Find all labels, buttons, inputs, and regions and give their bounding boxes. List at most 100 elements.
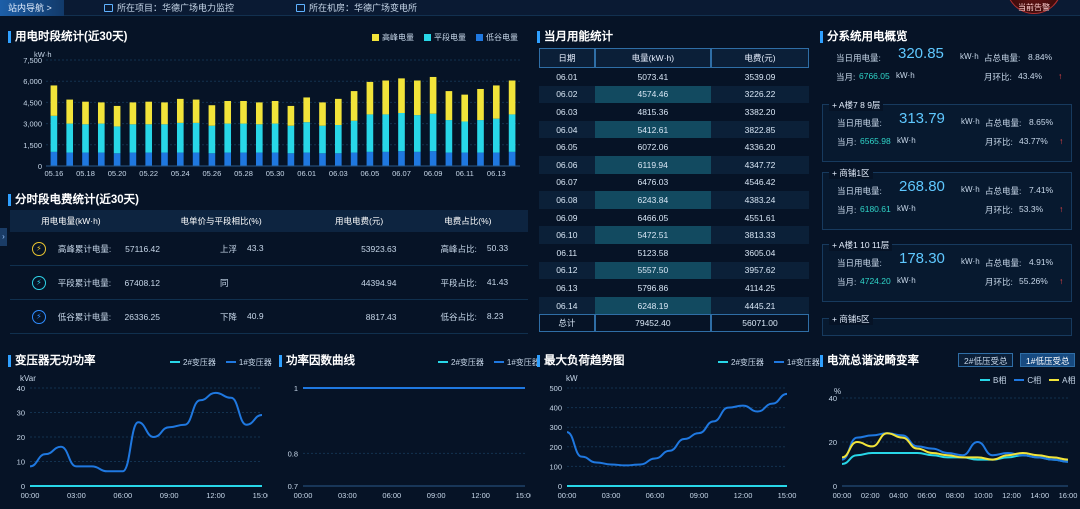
alarm-label: 当前告警 xyxy=(1018,3,1050,12)
bar-segment xyxy=(271,100,279,124)
monthly-energy-cell: 4574.46 xyxy=(594,85,712,104)
collapse-arrow-icon[interactable]: › xyxy=(0,228,7,246)
cost-ratio-label: 平段占比: xyxy=(440,277,477,288)
project-label: 所在项目：华德广场电力监控 xyxy=(117,3,235,13)
monthly-date-cell: 06.05 xyxy=(556,142,578,153)
station-nav-button[interactable]: 站内导航 > xyxy=(0,0,64,16)
y-tick-label: 4,500 xyxy=(23,98,42,107)
x-tick-label: 09:00 xyxy=(427,491,446,500)
subsystem-card[interactable]: 当日用电量: 320.85 kW·h 占总电量: 8.84% 当月: 6766.05 kW·h… xyxy=(822,40,1072,98)
bar-segment xyxy=(398,113,405,152)
subsystem-card[interactable]: + 商铺1区 当日用电量: 268.80 kW·h 占总电量: 7.41% 当月: 6180.… xyxy=(822,167,1072,230)
legend-load-transformer-1[interactable]: 1#变压器 xyxy=(773,357,820,368)
cost-energy-value: 67408.12 xyxy=(124,277,160,288)
legend-phase-c[interactable]: C相 xyxy=(1014,375,1041,386)
y-tick-label: 0 xyxy=(558,482,562,491)
table-row: 06.09 6466.05 4551.61 xyxy=(539,209,809,227)
subsystem-card[interactable]: + A楼7 8 9层 当日用电量: 313.79 kW·h 占总电量: 8.65% 当月: 6… xyxy=(822,99,1072,162)
tab-lv-1[interactable]: 1#低压受总 xyxy=(1020,353,1076,367)
cost-energy-label: 低谷累计电量: xyxy=(57,311,112,322)
y-tick-label: 0.7 xyxy=(288,482,298,491)
legend-valley[interactable]: 低谷电量 xyxy=(476,32,518,43)
arrow-up-icon: ↑ xyxy=(1058,71,1063,81)
bar-segment xyxy=(50,85,58,116)
bar-segment xyxy=(50,115,58,152)
legend-pf-transformer-1[interactable]: 1#变压器 xyxy=(493,357,540,368)
cost-energy-cell: ⚡ 平段累计电量: 67408.12 xyxy=(10,275,160,290)
cost-ratio-label: 低谷占比: xyxy=(440,311,477,322)
bar-segment xyxy=(477,120,484,153)
monthly-date-cell: 06.02 xyxy=(539,85,595,104)
cost-row: ⚡ 平段累计电量: 67408.12 同 44394.94 平段占比: 41.43 xyxy=(10,266,528,300)
cost-price-cell: 下降 40.9 xyxy=(160,311,312,323)
cost-ratio-label: 高峰占比: xyxy=(440,243,477,254)
bar-segment xyxy=(145,152,153,166)
x-tick-label: 00:00 xyxy=(558,491,577,500)
y-tick-label: 30 xyxy=(17,409,25,418)
legend-transformer-2[interactable]: 2#变压器 xyxy=(170,357,216,368)
cost30-title: 分时段电费统计(近30天) xyxy=(8,193,139,207)
bar-segment xyxy=(350,152,358,166)
bar-segment xyxy=(508,114,516,152)
monthly-cost-cell: 4445.21 xyxy=(711,296,809,315)
legend-load-transformer-2[interactable]: 2#变压器 xyxy=(718,357,764,368)
subsystem-card[interactable]: + 商铺5区 xyxy=(822,313,1072,336)
bar-segment xyxy=(461,121,469,153)
monthly-header-energy: 电量(kW·h) xyxy=(594,48,712,68)
mom-value: 53.3% xyxy=(1019,204,1044,214)
table-row: 06.05 6072.06 4336.20 xyxy=(539,138,809,156)
bar-segment xyxy=(240,152,247,166)
subsystem-card[interactable]: + A楼1 10 11层 当日用电量: 178.30 kW·h 占总电量: 4.91% 当月… xyxy=(822,239,1072,302)
x-tick-label: 12:00 xyxy=(734,491,753,500)
alarm-button[interactable]: 当前告警 xyxy=(1006,0,1062,14)
today-value: 313.79 xyxy=(899,110,945,127)
cost-price-cell: 同 xyxy=(160,277,312,289)
pf-chart: 0.7 0.8 1 00:00 03:00 06:00 09:00 12:00 15:00 xyxy=(279,380,531,504)
bar-segment xyxy=(66,99,74,124)
y-tick-label: 0.8 xyxy=(288,449,298,458)
bar-segment xyxy=(82,124,89,153)
legend-peak[interactable]: 高峰电量 xyxy=(372,32,414,43)
cost-price-direction: 上浮 xyxy=(220,243,238,254)
share-value: 7.41% xyxy=(1029,185,1054,195)
monthly-header-date: 日期 xyxy=(539,48,595,68)
month-label: 当月: xyxy=(837,137,857,147)
legend-phase-b[interactable]: B相 xyxy=(980,375,1006,386)
bar-segment xyxy=(82,152,89,166)
y-tick-label: 0 xyxy=(38,162,42,171)
room-label: 所在机房：华德广场变电所 xyxy=(309,3,418,13)
share-value: 8.84% xyxy=(1028,52,1053,62)
y-tick-label: 20 xyxy=(829,438,837,447)
monthly-date-cell: 06.09 xyxy=(556,212,578,223)
x-tick-label: 05.30 xyxy=(266,169,285,178)
cost-table-header: 用电电量(kW·h) 电单价与平段相比(%) 用电电费(元) 电费占比(%) xyxy=(10,210,528,232)
bar-segment xyxy=(350,91,358,121)
monthly-date-cell: 06.11 xyxy=(556,247,578,258)
legend-flat[interactable]: 平段电量 xyxy=(424,32,466,43)
bar-segment xyxy=(303,122,311,153)
x-tick-label: 04:00 xyxy=(889,491,908,500)
x-tick-label: 06.07 xyxy=(392,169,411,178)
bar-segment xyxy=(66,152,74,166)
table-row: 06.04 5412.61 3822.85 xyxy=(539,120,809,139)
bar-segment xyxy=(145,101,153,125)
legend-pf-transformer-2[interactable]: 2#变压器 xyxy=(438,357,484,368)
x-tick-label: 06.01 xyxy=(297,169,316,178)
x-tick-label: 06.09 xyxy=(424,169,443,178)
monthly-date-cell: 06.03 xyxy=(556,106,578,117)
legend-transformer-1[interactable]: 1#变压器 xyxy=(225,357,272,368)
monthly-energy-cell: 6119.94 xyxy=(594,155,712,174)
maxload-title: 最大负荷趋势图 xyxy=(537,354,625,368)
tab-lv-2[interactable]: 2#低压受总 xyxy=(958,353,1014,367)
bar-segment xyxy=(145,124,153,153)
thd-title: 电流总谐波畸变率 xyxy=(820,354,919,368)
share-label: 占总电量: xyxy=(985,258,1022,268)
bar-segment xyxy=(287,125,295,154)
bar-segment xyxy=(445,120,453,153)
bar-segment xyxy=(192,99,200,123)
legend-phase-a[interactable]: A相 xyxy=(1049,375,1075,386)
arrow-up-icon: ↑ xyxy=(1059,276,1064,286)
table-row: 06.02 4574.46 3226.22 xyxy=(539,85,809,104)
mom-value: 43.4% xyxy=(1018,71,1043,81)
bar-segment xyxy=(161,102,168,125)
